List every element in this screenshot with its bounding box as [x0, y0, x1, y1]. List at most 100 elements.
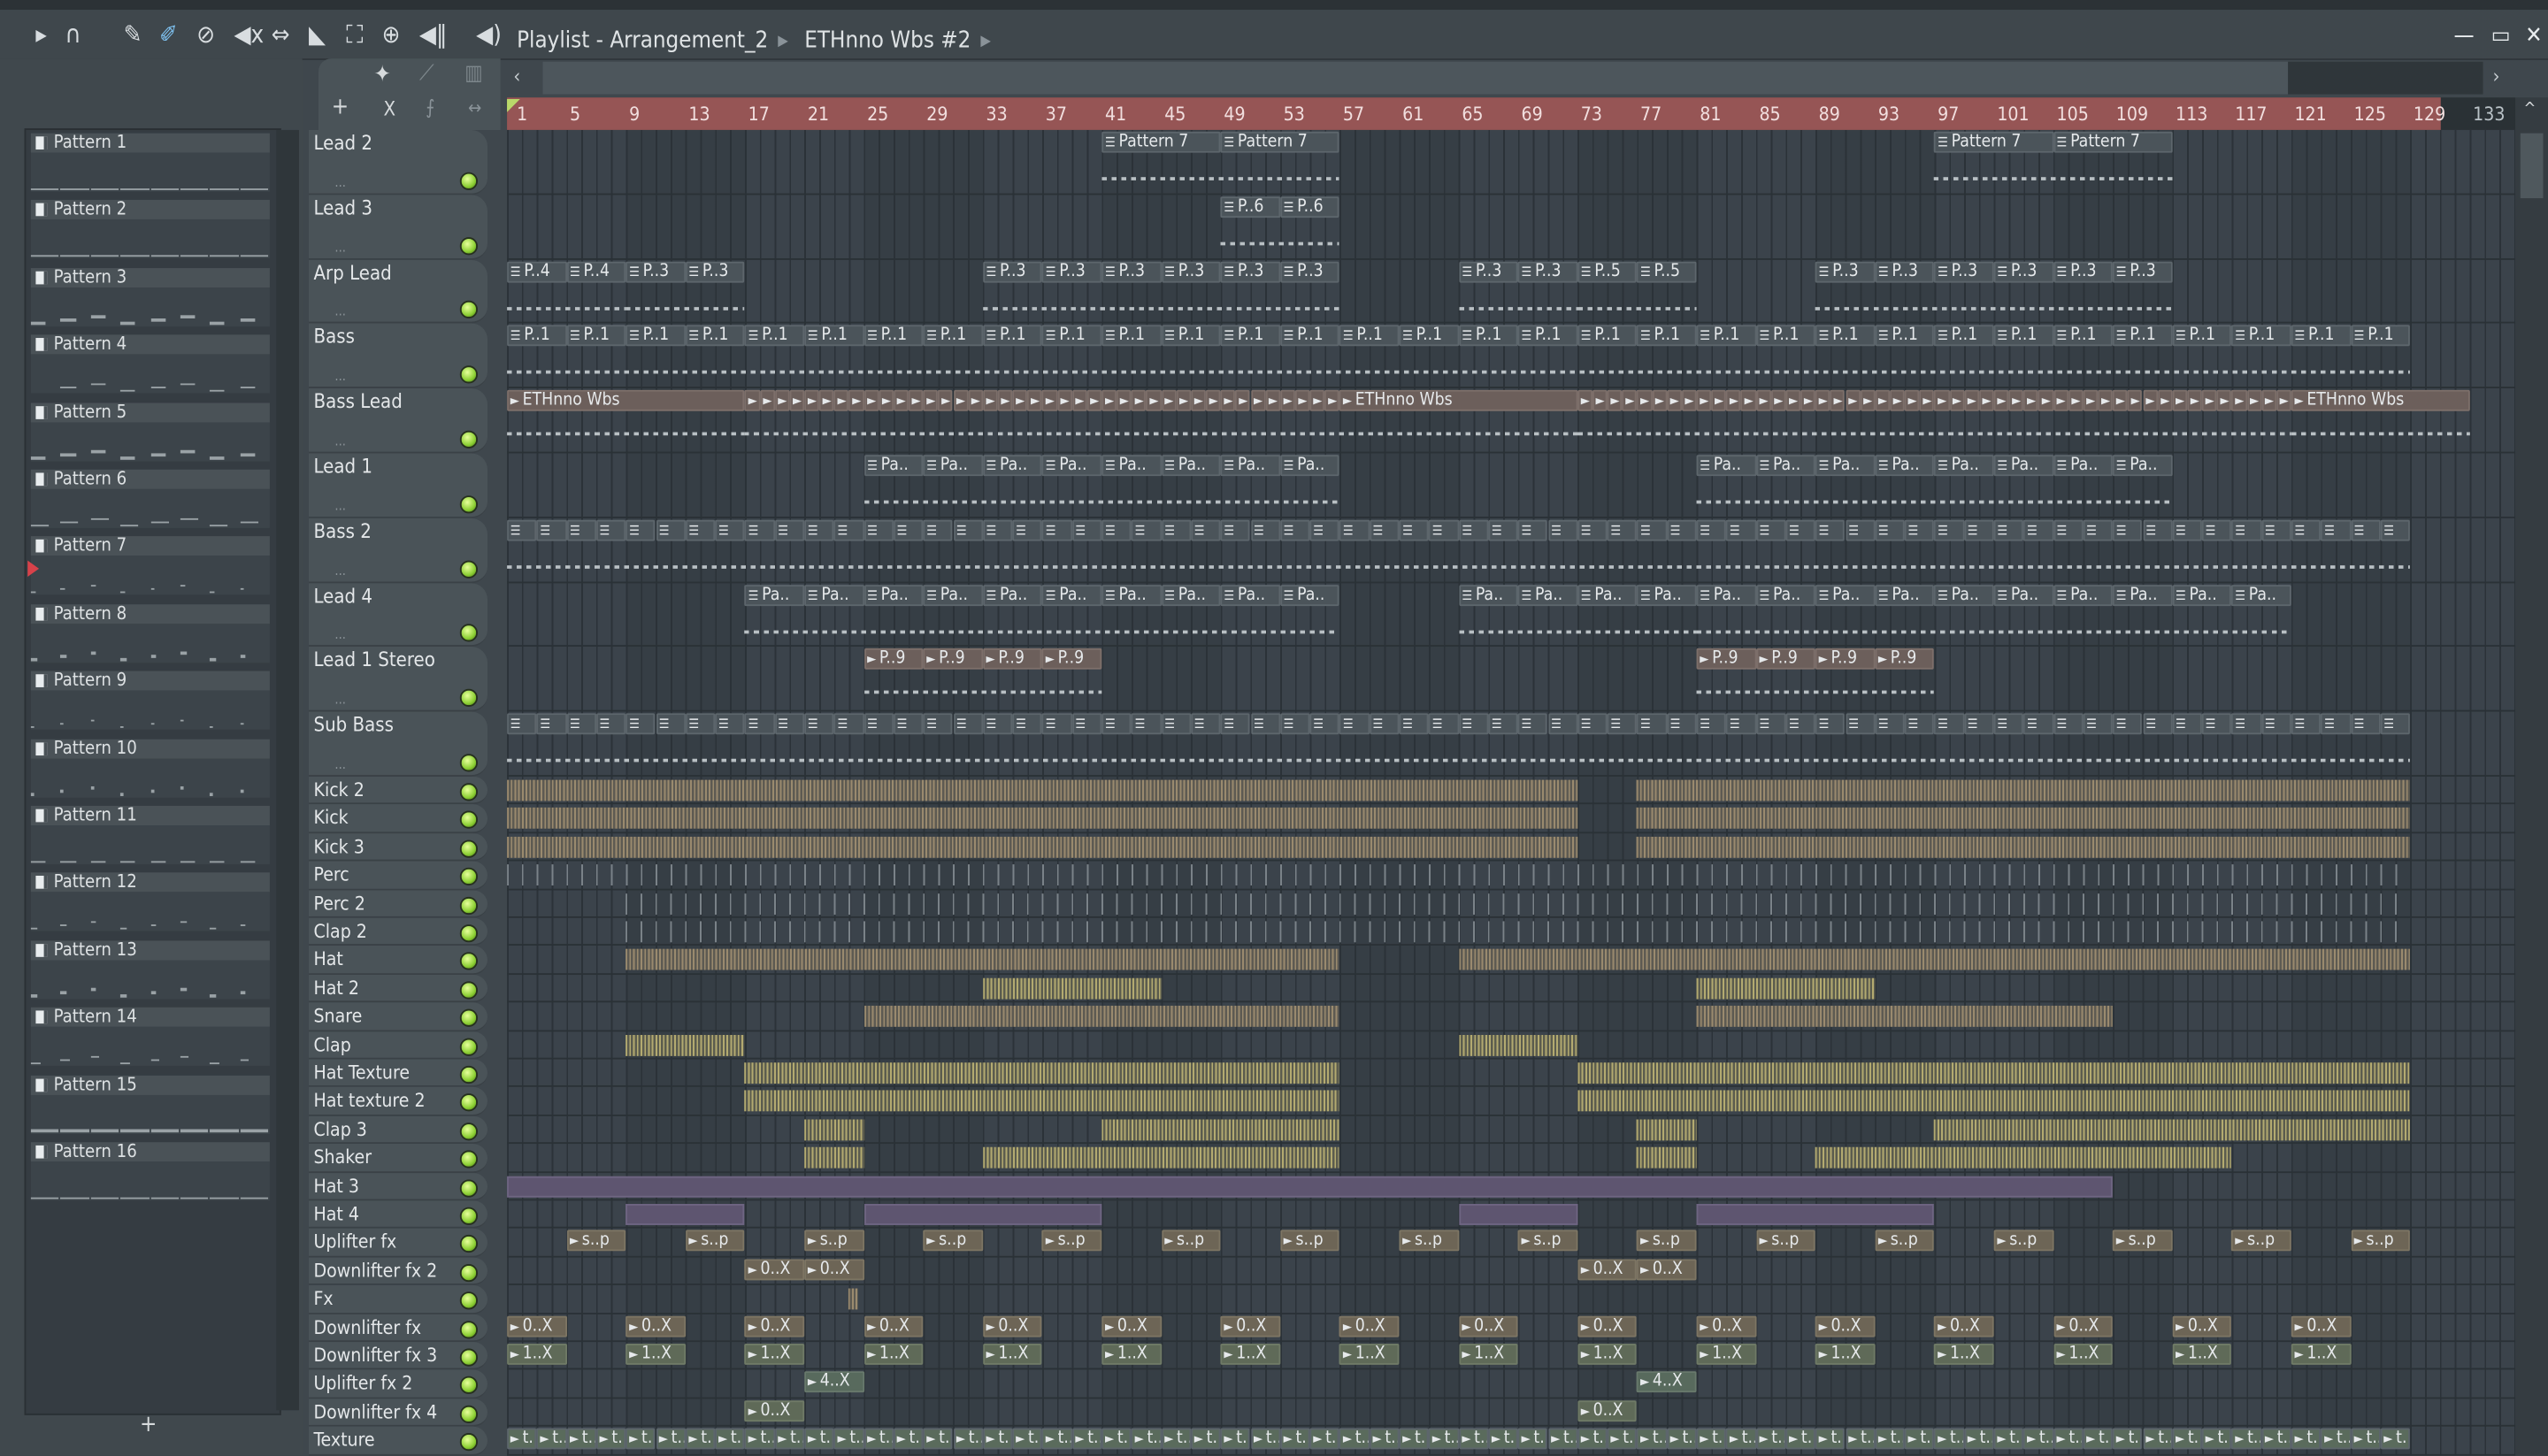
clip-region[interactable] — [1101, 1119, 1340, 1141]
ruler-bar-number[interactable]: 101 — [1997, 103, 2029, 126]
track-lane[interactable] — [507, 946, 2516, 975]
clip[interactable]: ► s..p — [685, 1230, 745, 1253]
track-mute-led[interactable] — [459, 430, 479, 448]
clip[interactable]: ► — [1146, 390, 1162, 412]
clip[interactable]: ☰ P..3 — [1042, 260, 1102, 282]
clip[interactable]: ► s..p — [2113, 1230, 2173, 1253]
clip[interactable]: ► ETHnno Wbs — [507, 390, 745, 412]
clip[interactable]: ☰ P..1 — [2053, 326, 2114, 347]
pattern-item[interactable]: Pattern 10 — [30, 738, 270, 801]
clip[interactable]: ☰ — [595, 713, 626, 735]
clip[interactable]: ► P..9 — [1042, 648, 1102, 671]
ruler-bar-number[interactable]: 97 — [1938, 103, 1959, 126]
clip[interactable]: ►t..ro — [1577, 1428, 1608, 1450]
ruler-bar-number[interactable]: 41 — [1105, 103, 1126, 126]
clip[interactable]: ☰ — [2201, 713, 2232, 735]
clip-region[interactable] — [507, 1176, 2114, 1197]
resize-icon[interactable]: ↔ — [468, 97, 481, 119]
ruler-bar-number[interactable]: 85 — [1759, 103, 1780, 126]
clip[interactable]: ► 0..X — [1577, 1259, 1638, 1280]
clip[interactable]: ☰ — [2083, 713, 2114, 735]
clip[interactable]: ► 0..X — [804, 1259, 864, 1280]
track-header[interactable]: Lead 1 Stereo... — [308, 647, 488, 712]
clip[interactable]: ► — [1042, 390, 1057, 412]
clip[interactable]: ☰ — [2351, 519, 2381, 541]
clip[interactable]: ► — [2053, 390, 2068, 412]
clip[interactable]: ► 0..X — [1101, 1315, 1162, 1337]
track-header[interactable]: Snare — [308, 1002, 488, 1031]
clip[interactable]: ☰ Pa.. — [982, 584, 1043, 606]
pattern-item[interactable]: Pattern 16 — [30, 1141, 270, 1204]
clip[interactable]: ☰ — [1696, 713, 1727, 735]
track-lane[interactable] — [507, 862, 2516, 890]
clip[interactable]: ☰ — [2142, 519, 2173, 541]
clip[interactable]: ► — [2127, 390, 2143, 412]
clip[interactable]: ► — [833, 390, 849, 412]
clip[interactable]: ☰ — [1666, 713, 1697, 735]
ruler-bar-number[interactable]: 49 — [1224, 103, 1245, 126]
ruler-bar-number[interactable]: 125 — [2354, 103, 2386, 126]
clip[interactable]: ☰ Pa.. — [1934, 455, 1994, 477]
clip[interactable]: ☰ Pa.. — [923, 584, 983, 606]
clip[interactable]: ☰ — [1042, 713, 1072, 735]
clip[interactable]: ☰ P..4 — [566, 260, 626, 282]
picker-scrollbar[interactable] — [276, 129, 299, 1411]
clip[interactable]: ☰ — [1012, 519, 1043, 541]
clip[interactable]: ☰ P..6 — [1220, 195, 1280, 218]
track-header[interactable]: Uplifter fx 2 — [308, 1370, 488, 1399]
clip[interactable]: ►t..ro — [1309, 1428, 1340, 1450]
clip[interactable]: ☰ Pa.. — [1993, 455, 2053, 477]
clip[interactable]: ►t..ro — [2083, 1428, 2114, 1450]
clip[interactable]: ☰ — [625, 519, 656, 541]
clip[interactable]: ☰ — [1755, 713, 1786, 735]
track-mute-led[interactable] — [459, 1008, 479, 1028]
clip[interactable]: ► s..p — [1637, 1230, 1697, 1253]
clip[interactable]: ☰ — [1815, 519, 1846, 541]
clip[interactable]: ►t..ro — [774, 1428, 805, 1450]
clip[interactable]: ► 0..X — [2291, 1315, 2352, 1337]
track-options-icon[interactable]: ... — [334, 240, 346, 255]
clip[interactable]: ☰ — [744, 713, 775, 735]
clip[interactable]: ☰ — [1875, 519, 1905, 541]
clip[interactable]: ► — [1934, 390, 1950, 412]
track-header[interactable]: Downlifter fx 4 — [308, 1399, 488, 1427]
track-header[interactable]: Kick 3 — [308, 832, 488, 862]
track-lane[interactable]: ► 0..X ► 0..X ► 0..X ► 0..X — [507, 1257, 2516, 1286]
clip[interactable]: ►t..ro — [1369, 1428, 1400, 1450]
track-lane[interactable]: ► 1..X ► 1..X ► 1..X ► 1..X ► 1..X ► 1..X ► 1..X ► 1..X… — [507, 1342, 2516, 1371]
clip[interactable]: ☰ P..1 — [1875, 326, 1935, 347]
clip[interactable]: ►t..ro — [1845, 1428, 1876, 1450]
clip[interactable]: ► s..p — [1279, 1230, 1340, 1253]
paint-brush-icon[interactable]: ✐ — [159, 19, 178, 49]
speaker-icon[interactable]: ◀) — [476, 19, 502, 49]
clip[interactable]: ☰ Pa.. — [1161, 584, 1221, 606]
clip[interactable]: ☰ Pattern 7 — [1934, 131, 2053, 153]
clip[interactable]: ☰ — [2261, 713, 2291, 735]
clip[interactable]: ►t..ro — [1607, 1428, 1638, 1450]
clip[interactable]: ► 1..X — [1458, 1343, 1518, 1365]
track-header[interactable]: Lead 1... — [308, 453, 488, 518]
clip[interactable]: ☰ Pa.. — [1279, 584, 1340, 606]
clip[interactable]: ►t..ro — [863, 1428, 894, 1450]
clip[interactable]: ► 1..X — [1696, 1343, 1756, 1365]
track-options-icon[interactable]: ... — [334, 304, 346, 319]
clip-region[interactable] — [625, 1034, 745, 1056]
track-header[interactable]: Bass 2... — [308, 517, 488, 583]
clip[interactable]: ☰ P..1 — [1279, 326, 1340, 347]
ruler-bar-number[interactable]: 93 — [1878, 103, 1899, 126]
clip-region[interactable] — [1815, 1147, 2232, 1169]
clip[interactable]: ► — [923, 390, 939, 412]
clip[interactable]: ► — [759, 390, 775, 412]
clip[interactable]: ☰ — [2231, 713, 2262, 735]
clip[interactable]: ☰ — [1964, 713, 1994, 735]
track-lane[interactable] — [507, 1200, 2516, 1230]
clip[interactable]: ► — [848, 390, 864, 412]
ruler-bar-number[interactable]: 9 — [629, 103, 640, 126]
clip[interactable]: ►t..ro — [1071, 1428, 1102, 1450]
clip[interactable]: ► — [1755, 390, 1771, 412]
track-mute-led[interactable] — [459, 924, 479, 943]
add-track-button[interactable]: + — [332, 95, 349, 120]
clip[interactable]: ☰ — [1250, 519, 1280, 541]
clip[interactable]: ► — [1176, 390, 1192, 412]
track-header[interactable]: Downlifter fx 3 — [308, 1342, 488, 1371]
